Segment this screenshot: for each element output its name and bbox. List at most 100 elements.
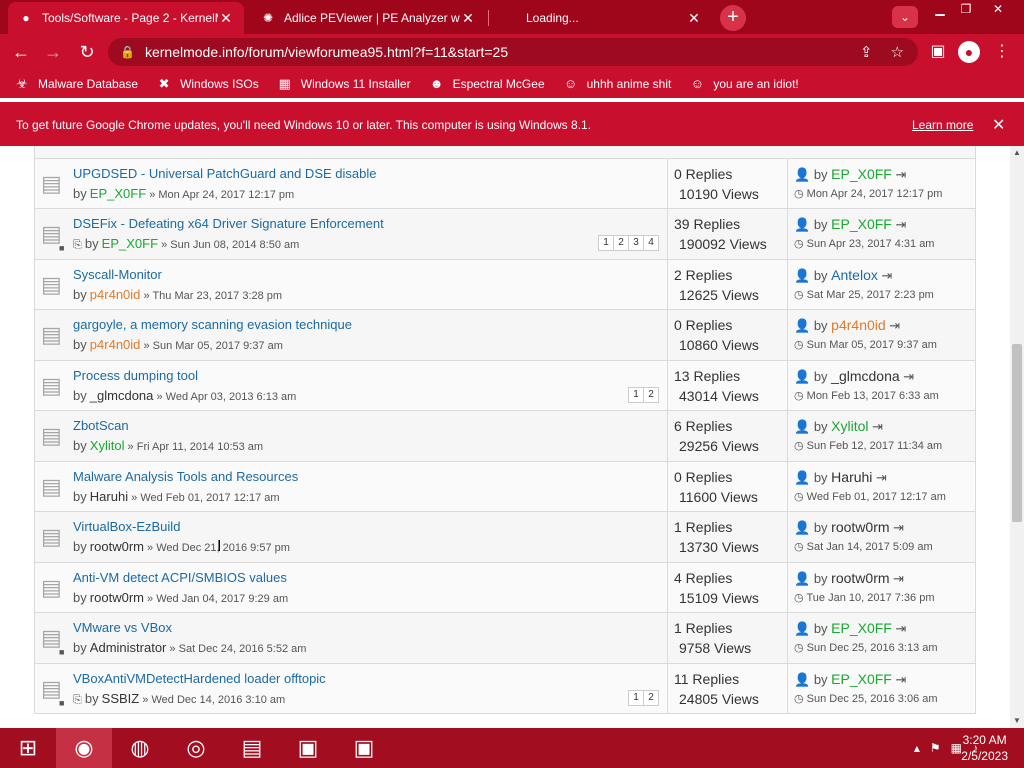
- profile-avatar-icon[interactable]: ●: [958, 41, 980, 63]
- back-arrow-icon[interactable]: ←: [8, 39, 34, 65]
- last-post-author-link[interactable]: Xylitol: [831, 418, 868, 434]
- topic-author-link[interactable]: EP_X0FF: [102, 236, 158, 251]
- topic-author-link[interactable]: Administrator: [90, 640, 167, 655]
- last-post-author-link[interactable]: Antelox: [831, 267, 878, 283]
- topic-author-link[interactable]: _glmcdona: [90, 388, 154, 403]
- file-explorer-icon[interactable]: ▤: [224, 728, 280, 768]
- reload-icon[interactable]: ↻: [74, 39, 100, 65]
- close-icon[interactable]: ✕: [460, 10, 476, 27]
- last-post-author-link[interactable]: EP_X0FF: [831, 671, 892, 687]
- topic-author-link[interactable]: p4r4n0id: [90, 337, 141, 352]
- last-post-author-link[interactable]: p4r4n0id: [831, 317, 886, 333]
- installer-icon[interactable]: ▣: [280, 728, 336, 768]
- address-bar[interactable]: 🔒 kernelmode.info/forum/viewforumea95.ht…: [108, 38, 918, 66]
- windows-start-icon[interactable]: ⊞: [0, 728, 56, 768]
- learn-more-link[interactable]: Learn more: [912, 118, 973, 132]
- last-post-author-link[interactable]: _glmcdona: [831, 368, 900, 384]
- goto-last-post-icon[interactable]: ⇥: [896, 621, 907, 636]
- installer-icon[interactable]: ▣: [336, 728, 392, 768]
- page-link[interactable]: 1: [628, 689, 644, 706]
- bookmark-espectral-mcgee[interactable]: ☻ Espectral McGee: [429, 76, 545, 92]
- tab-search-chevron-icon[interactable]: ⌄: [892, 6, 918, 28]
- page-link[interactable]: 2: [643, 386, 659, 403]
- share-icon[interactable]: ⇪: [860, 43, 873, 61]
- restore-icon[interactable]: ❐: [952, 0, 980, 18]
- bookmark-windows-isos[interactable]: ✖ Windows ISOs: [156, 76, 259, 92]
- tab-title: Adlice PEViewer | PE Analyzer with: [284, 11, 460, 25]
- page-link[interactable]: 2: [643, 689, 659, 706]
- page-link[interactable]: 2: [613, 235, 629, 251]
- star-icon[interactable]: ☆: [891, 43, 904, 61]
- last-post-author-link[interactable]: EP_X0FF: [831, 166, 892, 182]
- page-scrollbar[interactable]: ▲ ▼: [1010, 146, 1024, 728]
- topic-author-link[interactable]: Xylitol: [90, 438, 125, 453]
- bookmark-windows-11-installer[interactable]: ▦ Windows 11 Installer: [277, 76, 411, 92]
- scrollbar-thumb[interactable]: [1012, 344, 1022, 522]
- last-post-author-link[interactable]: Haruhi: [831, 469, 872, 485]
- clock-icon: ◷: [794, 692, 807, 705]
- scroll-down-arrow-icon[interactable]: ▼: [1010, 714, 1024, 728]
- topic-title-link[interactable]: UPGDSED - Universal PatchGuard and DSE d…: [73, 166, 376, 181]
- topic-title-link[interactable]: ZbotScan: [73, 418, 129, 433]
- minimize-icon[interactable]: ▁: [926, 0, 954, 18]
- topic-author-link[interactable]: SSBIZ: [102, 691, 140, 706]
- topic-title-link[interactable]: Anti-VM detect ACPI/SMBIOS values: [73, 570, 287, 585]
- page-link[interactable]: 3: [628, 235, 644, 251]
- goto-last-post-icon[interactable]: ⇥: [893, 520, 904, 535]
- scroll-up-arrow-icon[interactable]: ▲: [1010, 146, 1024, 160]
- page-link[interactable]: 1: [598, 235, 614, 251]
- topic-title-link[interactable]: Syscall-Monitor: [73, 267, 162, 282]
- new-tab-button[interactable]: +: [720, 5, 746, 31]
- close-icon[interactable]: ✕: [686, 10, 702, 27]
- window-close-icon[interactable]: ✕: [984, 0, 1012, 18]
- goto-last-post-icon[interactable]: ⇥: [896, 672, 907, 687]
- goto-last-post-icon[interactable]: ⇥: [903, 369, 914, 384]
- close-icon[interactable]: ✕: [218, 10, 234, 27]
- goto-last-post-icon[interactable]: ⇥: [896, 217, 907, 232]
- flag-icon[interactable]: ⚑: [930, 741, 941, 755]
- menu-kebab-icon[interactable]: ⋮: [990, 40, 1014, 64]
- page-link[interactable]: 4: [643, 235, 659, 251]
- taskbar-clock[interactable]: 3:20 AM 2/5/2023: [961, 732, 1008, 764]
- topic-author-link[interactable]: p4r4n0id: [90, 287, 141, 302]
- topic-meta: by Administrator » Sat Dec 24, 2016 5:52…: [73, 640, 307, 655]
- topic-author-link[interactable]: rootw0rm: [90, 590, 144, 605]
- obama-logo-icon[interactable]: ◎: [168, 728, 224, 768]
- last-post-author-link[interactable]: rootw0rm: [831, 570, 889, 586]
- firefox-taskbar-icon[interactable]: ◍: [112, 728, 168, 768]
- goto-last-post-icon[interactable]: ⇥: [872, 419, 883, 434]
- topic-author-link[interactable]: EP_X0FF: [90, 186, 146, 201]
- topic-author-link[interactable]: Haruhi: [90, 489, 128, 504]
- goto-last-post-icon[interactable]: ⇥: [896, 167, 907, 182]
- tray-chevron-up-icon[interactable]: ▴: [914, 741, 920, 755]
- goto-last-post-icon[interactable]: ⇥: [882, 268, 893, 283]
- goto-last-post-icon[interactable]: ⇥: [876, 470, 887, 485]
- topic-title-link[interactable]: VMware vs VBox: [73, 620, 172, 635]
- page-link[interactable]: 1: [628, 386, 644, 403]
- bookmark-anime[interactable]: ☺ uhhh anime shit: [563, 76, 671, 92]
- topic-title-link[interactable]: gargoyle, a memory scanning evasion tech…: [73, 317, 352, 332]
- topic-title-link[interactable]: VBoxAntiVMDetectHardened loader offtopic: [73, 671, 326, 686]
- infobar-close-icon[interactable]: ✕: [992, 115, 1005, 135]
- topic-author-link[interactable]: rootw0rm: [90, 539, 144, 554]
- forward-arrow-icon[interactable]: →: [40, 39, 66, 65]
- views-count: 43014 Views: [679, 387, 759, 404]
- tab-adlice[interactable]: ✺ Adlice PEViewer | PE Analyzer with ✕: [250, 2, 486, 34]
- topic-title-link[interactable]: Process dumping tool: [73, 368, 198, 383]
- tab-kernelmode[interactable]: ● Tools/Software - Page 2 - KernelMode.i…: [8, 2, 244, 34]
- goto-last-post-icon[interactable]: ⇥: [889, 318, 900, 333]
- last-post-author-link[interactable]: EP_X0FF: [831, 216, 892, 232]
- topic-title-link[interactable]: Malware Analysis Tools and Resources: [73, 469, 298, 484]
- bookmark-you-are-an-idiot[interactable]: ☺ you are an idiot!: [689, 76, 799, 92]
- topic-title-link[interactable]: VirtualBox-EzBuild: [73, 519, 180, 534]
- replies-count: 2 Replies: [674, 266, 733, 283]
- chrome-taskbar-icon[interactable]: ◉: [56, 728, 112, 768]
- sidebar-icon[interactable]: ▣: [926, 40, 950, 64]
- bookmark-malware-database[interactable]: ☣ Malware Database: [14, 76, 138, 92]
- last-post-author-link[interactable]: EP_X0FF: [831, 620, 892, 636]
- loading-icon: [502, 10, 518, 26]
- last-post-author-link[interactable]: rootw0rm: [831, 519, 889, 535]
- goto-last-post-icon[interactable]: ⇥: [893, 571, 904, 586]
- tab-loading[interactable]: Loading... ✕: [492, 2, 712, 34]
- topic-title-link[interactable]: DSEFix - Defeating x64 Driver Signature …: [73, 216, 384, 231]
